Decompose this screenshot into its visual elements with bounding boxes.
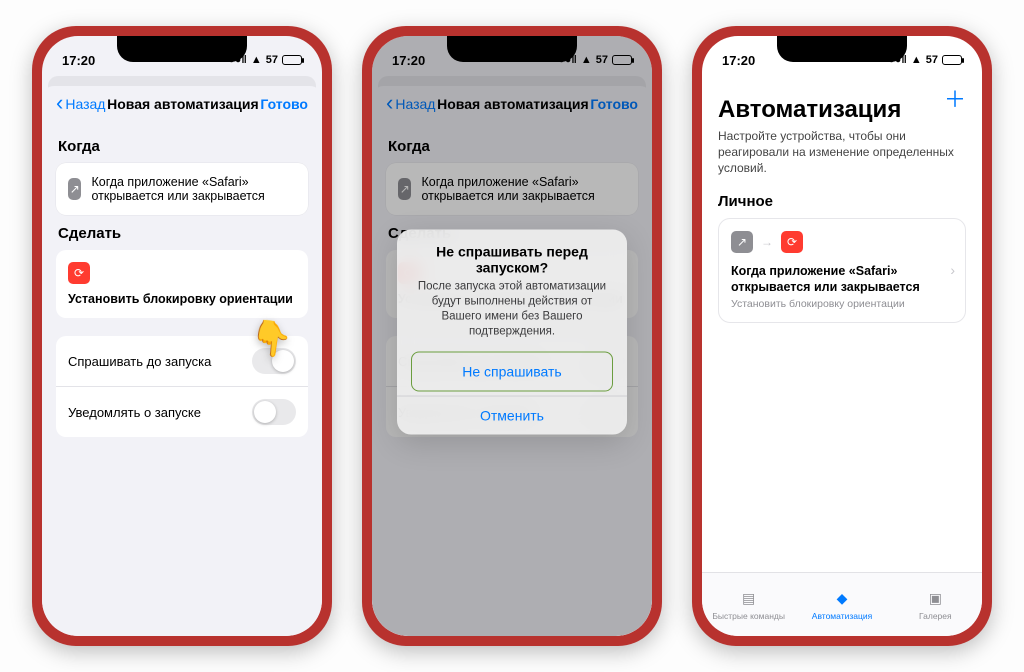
phone-2: 17:20 ●●‖ ▲ 57 Назад Новая автоматизация… [362, 26, 662, 646]
page-subtitle: Настройте устройства, чтобы они реагиров… [718, 128, 966, 177]
alert-title: Не спрашивать перед запуском? [397, 230, 627, 278]
sheet-content: Когда ↗ Когда приложение «Safari» открыв… [42, 122, 322, 636]
arrow-right-icon: → [761, 235, 773, 249]
alert-cancel-button[interactable]: Отменить [397, 395, 627, 434]
app-open-icon: ↗ [731, 231, 753, 253]
nav-bar: Назад Новая автоматизация Готово [42, 86, 322, 122]
notch [447, 36, 577, 62]
app-open-icon: ↗ [68, 178, 81, 200]
phone-1: 17:20 ●●‖ ▲ 57 Назад Новая автоматизация… [32, 26, 332, 646]
battery-icon [282, 55, 302, 65]
do-action-text: Установить блокировку ориентации [68, 292, 296, 306]
add-automation-button[interactable]: ＋ [944, 82, 966, 114]
wifi-icon: ▲ [911, 54, 922, 66]
pointing-hand-icon: 👇 [247, 316, 294, 362]
tab-gallery[interactable]: ▣ Галерея [889, 573, 982, 636]
alert-confirm-button[interactable]: Не спрашивать [411, 351, 613, 391]
automation-flow-icons: ↗ → ⟳ [731, 231, 953, 253]
screen-2: 17:20 ●●‖ ▲ 57 Назад Новая автоматизация… [372, 36, 652, 636]
back-button[interactable]: Назад [56, 96, 105, 112]
alert-body: После запуска этой автоматизации будут в… [397, 278, 627, 352]
notch [117, 36, 247, 62]
screen-3: 17:20 ●●‖ ▲ 57 ＋ Автоматизация Настройте… [702, 36, 982, 636]
phone-3: 17:20 ●●‖ ▲ 57 ＋ Автоматизация Настройте… [692, 26, 992, 646]
modal-sheet: Назад Новая автоматизация Готово Когда ↗… [42, 86, 322, 636]
when-condition-text: Когда приложение «Safari» открывается ил… [91, 175, 296, 203]
tab-shortcuts[interactable]: ▤ Быстрые команды [702, 573, 795, 636]
automation-icon: ◆ [831, 588, 853, 608]
battery-pct: 57 [266, 54, 278, 66]
orientation-lock-icon: ⟳ [68, 262, 90, 284]
nav-title: Новая автоматизация [107, 96, 259, 112]
automation-item-subtitle: Установить блокировку ориентации [731, 298, 953, 310]
chevron-right-icon: › [950, 262, 955, 278]
chevron-left-icon [56, 96, 63, 112]
gallery-icon: ▣ [924, 588, 946, 608]
notify-on-run-row: Уведомлять о запуске [56, 386, 308, 437]
status-time: 17:20 [62, 53, 95, 68]
do-action-card[interactable]: ⟳ Установить блокировку ориентации [56, 250, 308, 318]
when-condition-card[interactable]: ↗ Когда приложение «Safari» открывается … [56, 163, 308, 215]
tab-gallery-label: Галерея [919, 611, 952, 621]
screen-1: 17:20 ●●‖ ▲ 57 Назад Новая автоматизация… [42, 36, 322, 636]
notify-on-run-label: Уведомлять о запуске [68, 405, 201, 420]
tab-automation-label: Автоматизация [812, 611, 872, 621]
back-label: Назад [65, 96, 105, 112]
notch [777, 36, 907, 62]
page-title: Автоматизация [718, 96, 966, 124]
shortcuts-icon: ▤ [738, 588, 760, 608]
ask-before-run-label: Спрашивать до запуска [68, 354, 211, 369]
done-button[interactable]: Готово [260, 96, 308, 112]
automation-item-title: Когда приложение «Safari» открывается ил… [731, 263, 953, 297]
when-section-label: Когда [58, 138, 306, 155]
notify-on-run-toggle[interactable] [252, 399, 296, 425]
wifi-icon: ▲ [251, 54, 262, 66]
status-time: 17:20 [722, 53, 755, 68]
battery-icon [942, 55, 962, 65]
automation-page: Автоматизация Настройте устройства, чтоб… [702, 76, 982, 572]
tab-automation[interactable]: ◆ Автоматизация [795, 573, 888, 636]
orientation-lock-icon: ⟳ [781, 231, 803, 253]
automation-item-card[interactable]: ↗ → ⟳ Когда приложение «Safari» открывае… [718, 218, 966, 324]
personal-section-label: Личное [718, 193, 966, 210]
confirm-alert: Не спрашивать перед запуском? После запу… [397, 230, 627, 435]
do-section-label: Сделать [58, 225, 306, 242]
battery-pct: 57 [926, 54, 938, 66]
tab-shortcuts-label: Быстрые команды [712, 611, 785, 621]
tab-bar: ▤ Быстрые команды ◆ Автоматизация ▣ Гале… [702, 572, 982, 636]
